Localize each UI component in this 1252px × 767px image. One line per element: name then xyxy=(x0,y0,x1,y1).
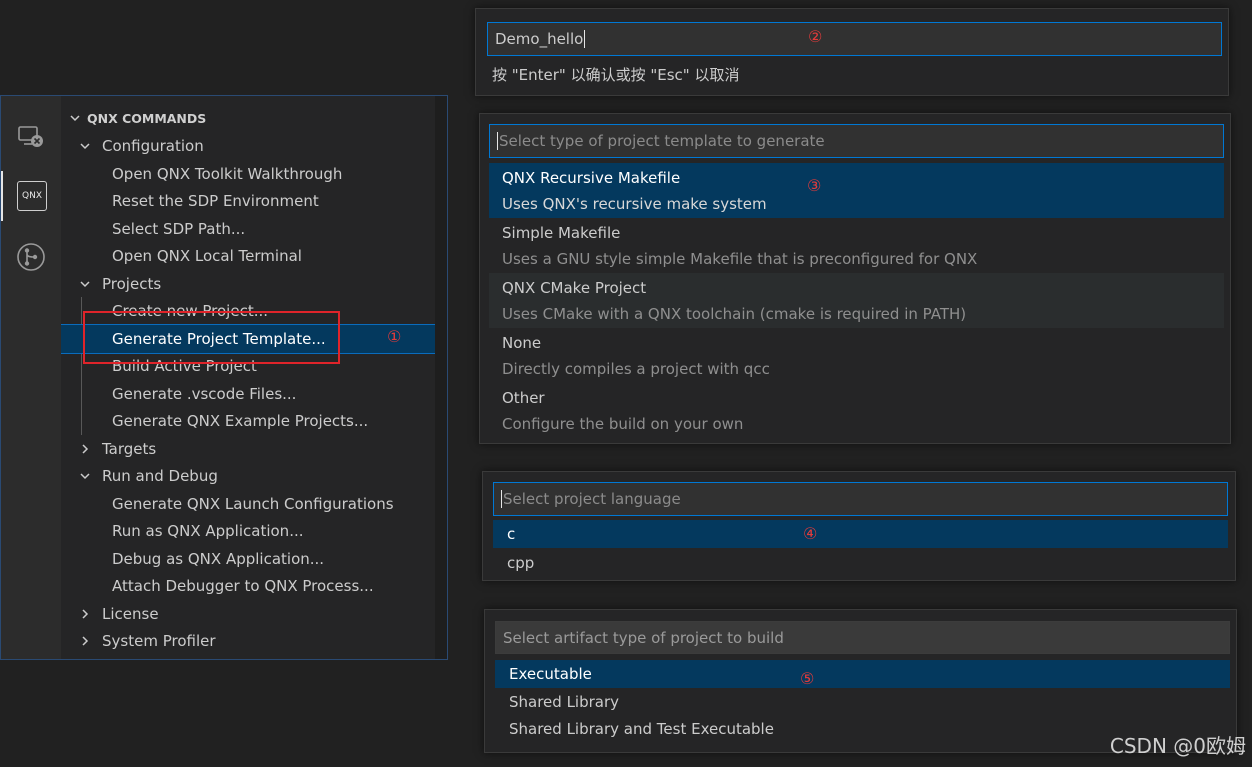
remote-explorer-icon[interactable] xyxy=(1,112,61,162)
chevron-down-icon xyxy=(77,138,93,154)
qnx-activity-button[interactable]: QNX xyxy=(1,171,61,221)
tree-group-run-debug[interactable]: Run and Debug xyxy=(61,462,435,490)
language-picker: Select project language c cpp xyxy=(482,471,1236,581)
template-type-picker: Select type of project template to gener… xyxy=(479,113,1231,444)
chevron-down-icon xyxy=(77,468,93,484)
tree-item-select-sdp-path[interactable]: Select SDP Path... xyxy=(61,215,435,243)
tree-group-targets[interactable]: Targets xyxy=(61,435,435,463)
project-name-input[interactable]: Demo_hello xyxy=(487,22,1222,56)
tree-item-launch-configs[interactable]: Generate QNX Launch Configurations xyxy=(61,490,435,518)
tree-item-build-active[interactable]: Build Active Project xyxy=(61,352,435,380)
tree-group-system-profiler[interactable]: System Profiler xyxy=(61,627,435,655)
language-option-c[interactable]: c xyxy=(493,520,1228,548)
project-name-prompt: Demo_hello 按 "Enter" 以确认或按 "Esc" 以取消 xyxy=(475,8,1229,96)
chevron-right-icon xyxy=(77,633,93,649)
tree-item-attach-debugger[interactable]: Attach Debugger to QNX Process... xyxy=(61,572,435,600)
watermark: CSDN @0欧姆 xyxy=(1109,734,1246,758)
language-filter-input[interactable]: Select project language xyxy=(493,482,1228,516)
chevron-down-icon xyxy=(67,110,83,126)
activity-bar: QNX xyxy=(1,96,61,659)
tree-group-configuration[interactable]: Configuration xyxy=(61,132,435,160)
template-option-recursive-make[interactable]: QNX Recursive Makefile Uses QNX's recurs… xyxy=(489,163,1224,218)
text-caret xyxy=(501,490,502,508)
tree-group-projects[interactable]: Projects xyxy=(61,270,435,298)
chevron-down-icon xyxy=(77,276,93,292)
tree-item-generate-template[interactable]: Generate Project Template... xyxy=(61,324,435,354)
source-control-icon[interactable] xyxy=(1,232,61,282)
tree-group-license[interactable]: License xyxy=(61,600,435,628)
qnx-commands-header[interactable]: QNX COMMANDS xyxy=(61,104,435,132)
artifact-filter-input[interactable]: Select artifact type of project to build xyxy=(495,621,1230,654)
annotation-marker-1: ① xyxy=(387,327,402,346)
annotation-marker-4: ④ xyxy=(803,524,818,543)
annotation-marker-5: ⑤ xyxy=(800,669,815,688)
template-filter-input[interactable]: Select type of project template to gener… xyxy=(489,124,1224,158)
tree-item-run-app[interactable]: Run as QNX Application... xyxy=(61,517,435,545)
tree-item-generate-examples[interactable]: Generate QNX Example Projects... xyxy=(61,407,435,435)
text-caret xyxy=(497,132,498,150)
template-option-none[interactable]: None Directly compiles a project with qc… xyxy=(489,328,1224,383)
language-option-cpp[interactable]: cpp xyxy=(493,549,1228,577)
tree-item-reset-sdp[interactable]: Reset the SDP Environment xyxy=(61,187,435,215)
qnx-side-panel: QNX QNX COMMANDS Configuration Open QNX … xyxy=(0,95,448,660)
annotation-marker-2: ② xyxy=(808,27,823,46)
text-caret xyxy=(584,30,586,48)
tree-item-generate-vscode[interactable]: Generate .vscode Files... xyxy=(61,380,435,408)
tree-item-open-terminal[interactable]: Open QNX Local Terminal xyxy=(61,242,435,270)
prompt-hint: 按 "Enter" 以确认或按 "Esc" 以取消 xyxy=(492,66,740,84)
chevron-right-icon xyxy=(77,441,93,457)
qnx-commands-tree: QNX COMMANDS Configuration Open QNX Tool… xyxy=(61,96,435,659)
tree-item-open-walkthrough[interactable]: Open QNX Toolkit Walkthrough xyxy=(61,160,435,188)
template-option-simple-make[interactable]: Simple Makefile Uses a GNU style simple … xyxy=(489,218,1224,273)
template-option-other[interactable]: Other Configure the build on your own xyxy=(489,383,1224,438)
qnx-icon: QNX xyxy=(17,181,47,211)
tree-item-create-project[interactable]: Create new Project... xyxy=(61,297,435,325)
chevron-right-icon xyxy=(77,606,93,622)
tree-item-debug-app[interactable]: Debug as QNX Application... xyxy=(61,545,435,573)
template-option-cmake[interactable]: QNX CMake Project Uses CMake with a QNX … xyxy=(489,273,1224,328)
artifact-option-shared-library[interactable]: Shared Library xyxy=(495,688,1230,716)
annotation-marker-3: ③ xyxy=(807,176,822,195)
artifact-option-executable[interactable]: Executable xyxy=(495,660,1230,688)
